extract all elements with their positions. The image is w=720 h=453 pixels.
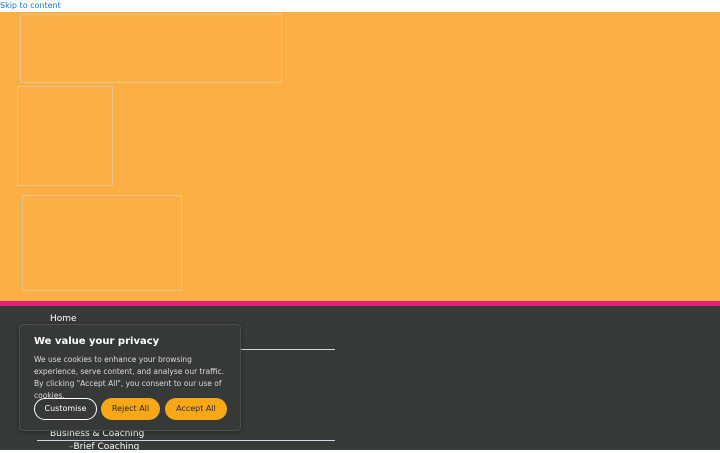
image-placeholder (20, 14, 282, 83)
image-placeholder (17, 86, 113, 186)
cookie-consent-banner: We value your privacy We use cookies to … (19, 324, 241, 431)
skip-to-content-link[interactable]: Skip to content (0, 0, 61, 11)
image-placeholder (22, 195, 182, 291)
hero-section (0, 12, 720, 301)
accept-all-button[interactable]: Accept All (165, 398, 227, 420)
reject-all-button[interactable]: Reject All (101, 398, 160, 420)
divider (37, 440, 335, 441)
cookie-banner-title: We value your privacy (34, 336, 160, 347)
footer-nav-brief-coaching[interactable]: –Brief Coaching (69, 442, 139, 453)
skip-bar: Skip to content (0, 0, 720, 12)
footer-nav-brief-coaching-label: Brief Coaching (73, 442, 140, 452)
cookie-banner-text: We use cookies to enhance your browsing … (34, 355, 224, 400)
customise-button[interactable]: Customise (34, 398, 97, 420)
